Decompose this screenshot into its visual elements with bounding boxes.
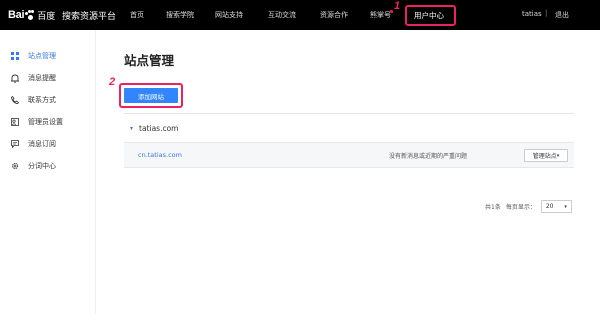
sidebar-item-label: 消息提醒 [28, 74, 56, 82]
gear-icon [10, 162, 19, 171]
sidebar-item-label: 分词中心 [28, 162, 56, 170]
phone-icon [10, 96, 19, 105]
logo-text: Bai [8, 9, 25, 21]
grid-icon [10, 52, 19, 61]
nav-user-center[interactable]: 用户中心 [414, 10, 444, 21]
platform-name[interactable]: 搜索资源平台 [62, 9, 116, 22]
header-separator: | [545, 9, 548, 17]
sidebar-item-admin-settings[interactable]: 管理员设置 [10, 116, 63, 128]
nav-xiongzhang[interactable]: 熊掌号 [370, 10, 391, 20]
nav-search-academy[interactable]: 搜索学院 [166, 10, 194, 20]
sidebar: 站点管理 消息提醒 联系方式 管理员设置 消息订阅 分词中心 [0, 30, 96, 314]
sidebar-item-subscriptions[interactable]: 消息订阅 [10, 138, 56, 150]
pagination: 共1条 每页显示： 20 ▾ [485, 200, 572, 213]
site-group-header[interactable]: ▾ tatias.com [130, 124, 178, 133]
chevron-down-icon: ▾ [556, 152, 560, 159]
chat-icon [10, 140, 19, 149]
top-navigation-bar: Bai 百度 搜索资源平台 首页 搜索学院 网站支持 互动交流 资源合作 熊掌号… [0, 0, 600, 30]
nav-interaction[interactable]: 互动交流 [268, 10, 296, 20]
nav-site-support[interactable]: 网站支持 [215, 10, 243, 20]
nav-resource-cooperation[interactable]: 资源合作 [320, 10, 348, 20]
paw-icon [25, 10, 35, 20]
per-page-value: 20 [545, 203, 554, 210]
baidu-logo[interactable]: Bai 百度 [8, 8, 55, 22]
manage-site-label: 管理站点 [532, 153, 557, 160]
sidebar-item-word-segmentation[interactable]: 分词中心 [10, 160, 56, 172]
admin-icon [10, 118, 19, 127]
manage-site-dropdown[interactable]: 管理站点 ▾ [524, 149, 568, 162]
site-url-link[interactable]: cn.tatias.com [138, 151, 182, 159]
bell-icon [10, 74, 19, 83]
new-dot-indicator [390, 10, 393, 13]
total-count: 共1条 [485, 204, 501, 211]
step-2-marker: 2 [109, 76, 116, 88]
chevron-down-icon: ▾ [564, 203, 567, 210]
sidebar-item-site-management[interactable]: 站点管理 [10, 50, 56, 62]
step-1-marker: 1 [394, 0, 401, 12]
nav-home[interactable]: 首页 [130, 10, 144, 20]
per-page-select[interactable]: 20 ▾ [540, 200, 572, 213]
site-status-message: 没有新消息或近期的严重问题 [389, 153, 468, 160]
user-name[interactable]: tatias [522, 10, 542, 18]
sidebar-item-label: 消息订阅 [28, 140, 56, 148]
logo-cn-text: 百度 [37, 11, 56, 22]
sidebar-item-label: 站点管理 [28, 52, 56, 60]
sidebar-item-notifications[interactable]: 消息提醒 [10, 72, 56, 84]
logout-link[interactable]: 退出 [555, 10, 569, 20]
collapse-toggle-icon[interactable]: ▾ [130, 125, 133, 132]
site-group-name: tatias.com [139, 124, 179, 133]
sidebar-item-label: 联系方式 [28, 96, 56, 104]
table-row: cn.tatias.com 没有新消息或近期的严重问题 管理站点 ▾ [124, 142, 574, 168]
divider [124, 113, 574, 114]
sidebar-item-contact[interactable]: 联系方式 [10, 94, 56, 106]
sidebar-item-label: 管理员设置 [28, 118, 63, 126]
per-page-label: 每页显示： [505, 204, 536, 211]
add-site-button[interactable]: 添加网站 [124, 88, 178, 103]
page-title: 站点管理 [124, 53, 175, 68]
